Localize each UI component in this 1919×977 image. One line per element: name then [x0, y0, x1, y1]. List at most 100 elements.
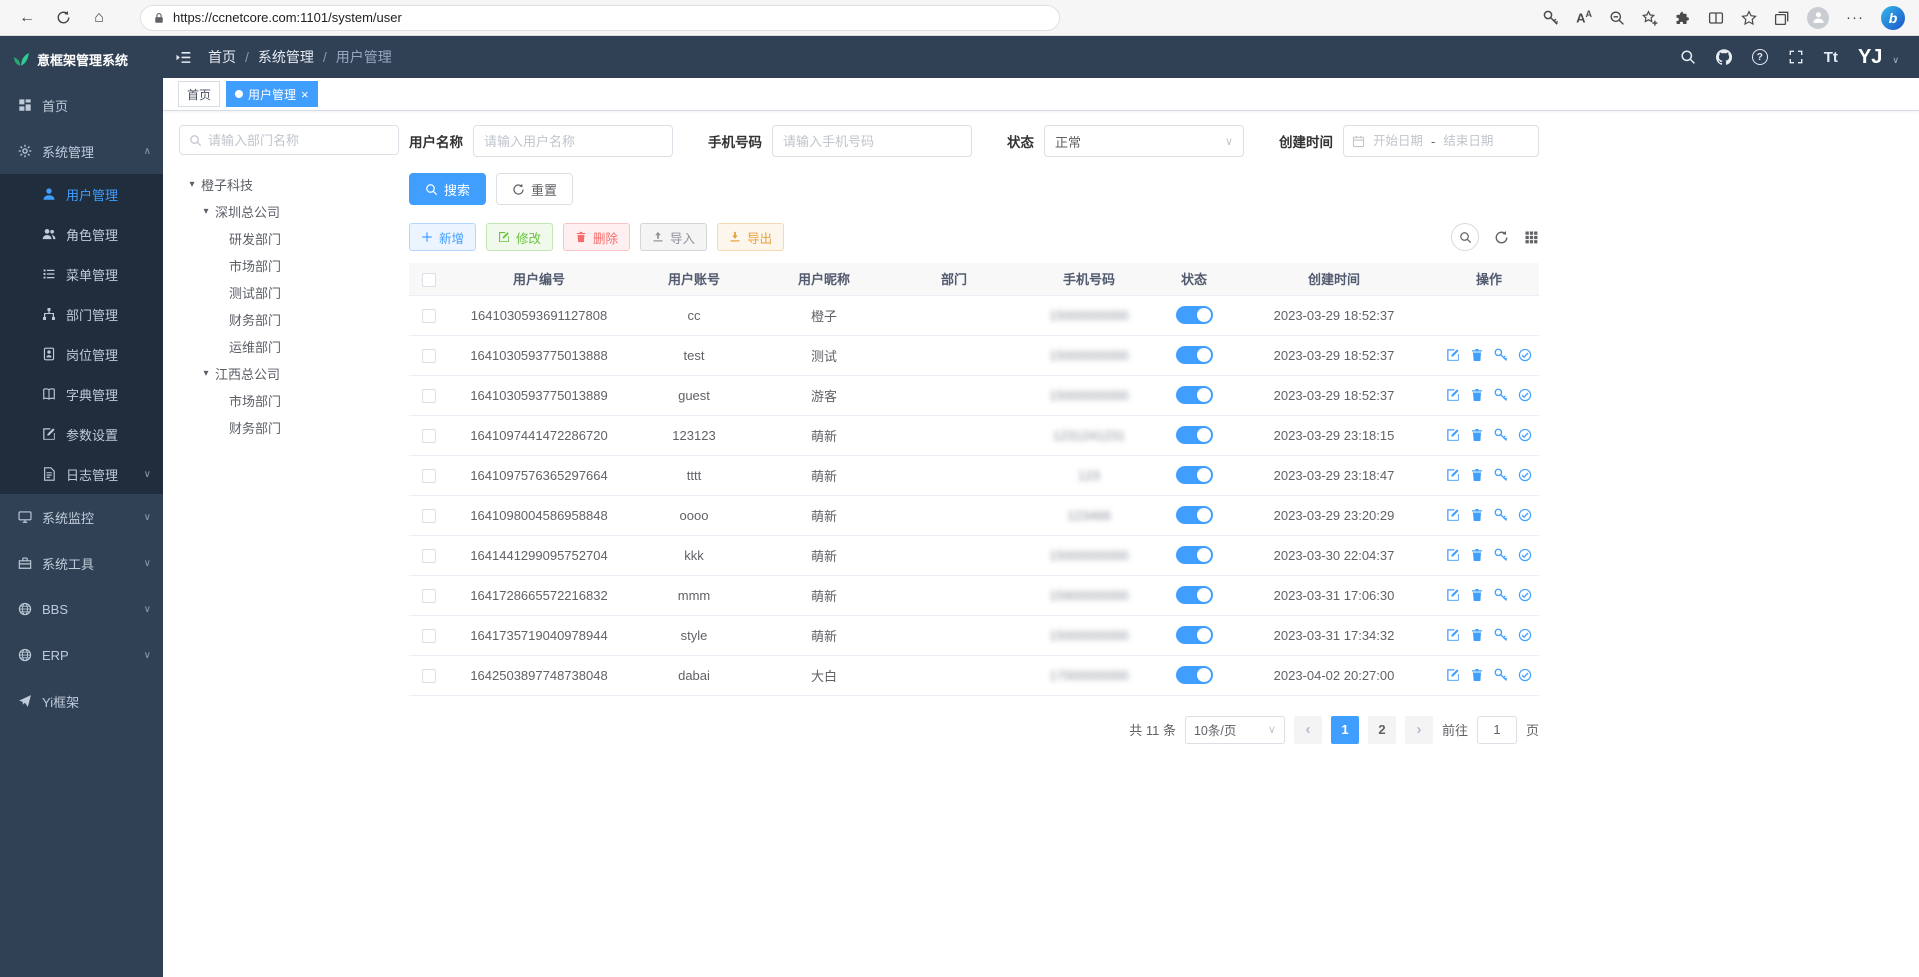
reset-password-icon[interactable]: [1494, 428, 1508, 442]
delete-row-icon[interactable]: [1470, 548, 1484, 562]
search-icon[interactable]: [1680, 49, 1696, 65]
delete-row-icon[interactable]: [1470, 428, 1484, 442]
browser-home-button[interactable]: ⌂: [86, 5, 112, 31]
row-checkbox[interactable]: [422, 589, 436, 603]
assign-role-icon[interactable]: [1518, 588, 1532, 602]
sidebar-item-role-mgmt[interactable]: 角色管理: [0, 214, 163, 254]
edit-button[interactable]: 修改: [486, 223, 553, 251]
edit-row-icon[interactable]: [1446, 588, 1460, 602]
tree-node[interactable]: ▾江西总公司: [179, 360, 399, 387]
tree-node[interactable]: 研发部门: [179, 225, 399, 252]
read-aloud-icon[interactable]: AA: [1576, 9, 1592, 25]
reset-password-icon[interactable]: [1494, 348, 1508, 362]
tree-node[interactable]: 财务部门: [179, 414, 399, 441]
date-range-picker[interactable]: -: [1343, 125, 1539, 157]
prev-page-button[interactable]: ‹: [1294, 716, 1322, 744]
next-page-button[interactable]: ›: [1405, 716, 1433, 744]
sidebar-item-erp[interactable]: ERP ∨: [0, 632, 163, 678]
delete-row-icon[interactable]: [1470, 628, 1484, 642]
more-icon[interactable]: ···: [1846, 9, 1864, 26]
reset-password-icon[interactable]: [1494, 628, 1508, 642]
address-bar[interactable]: https://ccnetcore.com:1101/system/user: [140, 5, 1060, 31]
status-toggle[interactable]: [1176, 506, 1213, 524]
status-toggle[interactable]: [1176, 426, 1213, 444]
reset-password-icon[interactable]: [1494, 548, 1508, 562]
reset-password-icon[interactable]: [1494, 588, 1508, 602]
sidebar-item-dept-mgmt[interactable]: 部门管理: [0, 294, 163, 334]
tree-node[interactable]: 财务部门: [179, 306, 399, 333]
row-checkbox[interactable]: [422, 429, 436, 443]
row-checkbox[interactable]: [422, 309, 436, 323]
status-toggle[interactable]: [1176, 346, 1213, 364]
sidebar-item-user-mgmt[interactable]: 用户管理: [0, 174, 163, 214]
sidebar-item-post-mgmt[interactable]: 岗位管理: [0, 334, 163, 374]
sidebar-fold-icon[interactable]: [175, 49, 192, 66]
page-button-2[interactable]: 2: [1368, 716, 1396, 744]
zoom-out-icon[interactable]: [1609, 10, 1625, 26]
status-toggle[interactable]: [1176, 306, 1213, 324]
edit-row-icon[interactable]: [1446, 468, 1460, 482]
assign-role-icon[interactable]: [1518, 468, 1532, 482]
sidebar-item-log-mgmt[interactable]: 日志管理 ∨: [0, 454, 163, 494]
sidebar-item-system-monitor[interactable]: 系统监控 ∨: [0, 494, 163, 540]
export-button[interactable]: 导出: [717, 223, 784, 251]
favorites-icon[interactable]: [1741, 10, 1757, 26]
browser-refresh-button[interactable]: [50, 5, 76, 31]
row-checkbox[interactable]: [422, 349, 436, 363]
sidebar-item-home[interactable]: 首页: [0, 82, 163, 128]
help-icon[interactable]: ?: [1752, 49, 1768, 65]
goto-page-input[interactable]: [1477, 716, 1517, 744]
edit-row-icon[interactable]: [1446, 428, 1460, 442]
import-button[interactable]: 导入: [640, 223, 707, 251]
tree-node[interactable]: ▾深圳总公司: [179, 198, 399, 225]
caret-down-icon[interactable]: ▾: [197, 206, 215, 217]
collections-icon[interactable]: [1774, 10, 1790, 26]
edit-row-icon[interactable]: [1446, 668, 1460, 682]
status-toggle[interactable]: [1176, 466, 1213, 484]
reset-password-icon[interactable]: [1494, 508, 1508, 522]
github-icon[interactable]: [1716, 49, 1732, 65]
assign-role-icon[interactable]: [1518, 668, 1532, 682]
add-button[interactable]: 新增: [409, 223, 476, 251]
assign-role-icon[interactable]: [1518, 628, 1532, 642]
row-checkbox[interactable]: [422, 469, 436, 483]
status-toggle[interactable]: [1176, 546, 1213, 564]
row-checkbox[interactable]: [422, 549, 436, 563]
status-toggle[interactable]: [1176, 666, 1213, 684]
dept-search-input[interactable]: [208, 133, 389, 148]
delete-row-icon[interactable]: [1470, 348, 1484, 362]
profile-avatar[interactable]: [1807, 7, 1829, 29]
split-screen-icon[interactable]: [1708, 10, 1724, 26]
status-toggle[interactable]: [1176, 586, 1213, 604]
fullscreen-icon[interactable]: [1788, 49, 1804, 65]
tree-node[interactable]: 运维部门: [179, 333, 399, 360]
page-size-select[interactable]: 10条/页 ∨: [1185, 716, 1285, 744]
delete-button[interactable]: 删除: [563, 223, 630, 251]
sidebar-item-menu-mgmt[interactable]: 菜单管理: [0, 254, 163, 294]
extensions-icon[interactable]: [1675, 10, 1691, 26]
status-toggle[interactable]: [1176, 626, 1213, 644]
edit-row-icon[interactable]: [1446, 348, 1460, 362]
font-size-icon[interactable]: Tt: [1824, 49, 1838, 66]
edit-row-icon[interactable]: [1446, 388, 1460, 402]
edit-row-icon[interactable]: [1446, 548, 1460, 562]
tree-node[interactable]: 市场部门: [179, 252, 399, 279]
sidebar-item-param-settings[interactable]: 参数设置: [0, 414, 163, 454]
browser-back-button[interactable]: ←: [14, 5, 40, 31]
password-key-icon[interactable]: [1543, 10, 1559, 26]
delete-row-icon[interactable]: [1470, 468, 1484, 482]
reset-password-icon[interactable]: [1494, 388, 1508, 402]
assign-role-icon[interactable]: [1518, 428, 1532, 442]
tag-user-mgmt[interactable]: 用户管理 ×: [226, 81, 318, 107]
status-select[interactable]: 正常 ∨: [1044, 125, 1244, 157]
columns-grid-icon[interactable]: [1524, 230, 1539, 245]
page-button-1[interactable]: 1: [1331, 716, 1359, 744]
sidebar-item-system-mgmt[interactable]: 系统管理 ∧: [0, 128, 163, 174]
bing-icon[interactable]: b: [1881, 6, 1905, 30]
user-logo[interactable]: YJ: [1858, 46, 1882, 69]
caret-down-icon[interactable]: ▾: [183, 179, 201, 190]
toggle-search-icon[interactable]: [1451, 223, 1479, 251]
assign-role-icon[interactable]: [1518, 508, 1532, 522]
tree-node[interactable]: ▾橙子科技: [179, 171, 399, 198]
breadcrumb-home[interactable]: 首页: [208, 47, 236, 67]
